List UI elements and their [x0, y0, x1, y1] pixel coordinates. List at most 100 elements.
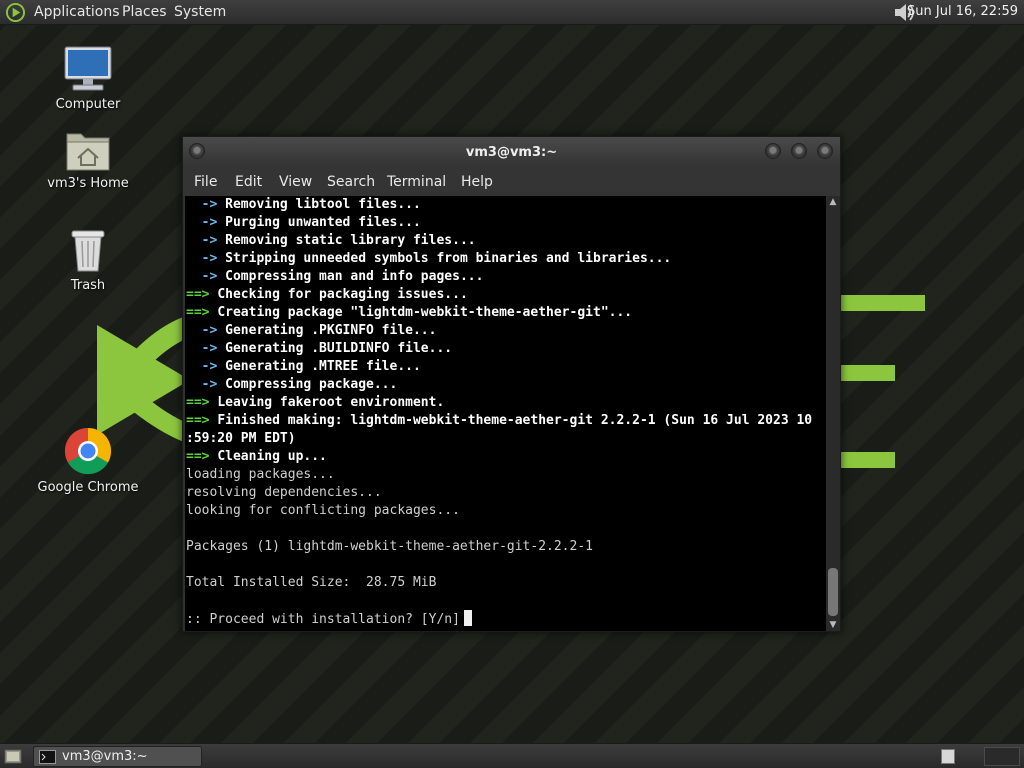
terminal-line-text: Compressing man and info pages...: [225, 269, 484, 284]
scrollbar-thumb[interactable]: [828, 568, 838, 616]
menu-file[interactable]: File: [194, 174, 217, 190]
terminal-line-text: looking for conflicting packages...: [186, 503, 460, 518]
terminal-line-text: :: Proceed with installation? [Y/n]: [186, 612, 460, 627]
desktop-icon-label: vm3's Home: [47, 176, 129, 191]
terminal-line-text: loading packages...: [186, 467, 335, 482]
terminal-line-prefix: ->: [186, 341, 226, 356]
terminal-line: -> Compressing man and info pages...: [186, 268, 826, 286]
window-titlebar[interactable]: vm3@vm3:~: [183, 137, 840, 167]
terminal-line: -> Removing libtool files...: [186, 196, 826, 214]
terminal-cursor: [463, 610, 472, 626]
terminal-line: -> Generating .PKGINFO file...: [186, 322, 826, 340]
places-menu[interactable]: Places: [122, 4, 167, 20]
scroll-down-icon[interactable]: ▼: [826, 619, 840, 631]
terminal-line: Packages (1) lightdm-webkit-theme-aether…: [186, 538, 826, 556]
menu-view[interactable]: View: [279, 174, 312, 190]
terminal-line: resolving dependencies...: [186, 484, 826, 502]
vertical-scrollbar[interactable]: ▲ ▼: [826, 196, 840, 631]
system-menu[interactable]: System: [174, 4, 226, 20]
terminal-line: -> Removing static library files...: [186, 232, 826, 250]
terminal-line-text: Generating .PKGINFO file...: [225, 323, 437, 338]
terminal-line: ==> Leaving fakeroot environment.: [186, 394, 826, 412]
terminal-line-prefix: ->: [186, 233, 226, 248]
terminal-window[interactable]: vm3@vm3:~ File Edit View Search Terminal…: [182, 136, 841, 632]
desktop-icon-trash[interactable]: Trash: [33, 226, 143, 293]
home-folder-icon: [66, 133, 110, 171]
terminal-line-text: Generating .BUILDINFO file...: [225, 341, 453, 356]
trash-icon: [71, 230, 105, 272]
terminal-line-text: Generating .MTREE file...: [225, 359, 421, 374]
taskbar-label: vm3@vm3:~: [62, 749, 148, 764]
applications-menu[interactable]: Applications: [34, 4, 120, 20]
terminal-line-prefix: ->: [186, 359, 226, 374]
taskbar-terminal-button[interactable]: vm3@vm3:~: [33, 746, 202, 767]
desktop-icon-computer[interactable]: Computer: [33, 45, 143, 112]
terminal-output[interactable]: -> Removing libtool files... -> Purging …: [185, 196, 826, 631]
terminal-line-text: Finished making: lightdm-webkit-theme-ae…: [217, 413, 813, 428]
terminal-line: -> Generating .MTREE file...: [186, 358, 826, 376]
menu-search[interactable]: Search: [327, 174, 375, 190]
terminal-line-text: :59:20 PM EDT): [186, 431, 296, 446]
clock[interactable]: Sun Jul 16, 22:59: [907, 4, 1018, 19]
chrome-icon: [64, 427, 112, 475]
workspace-switcher-1[interactable]: [941, 749, 955, 764]
window-title: vm3@vm3:~: [465, 145, 558, 160]
terminal-line: ==> Checking for packaging issues...: [186, 286, 826, 304]
terminal-line-text: Compressing package...: [225, 377, 398, 392]
desktop-icon-label: Google Chrome: [37, 480, 139, 495]
terminal-line: looking for conflicting packages...: [186, 502, 826, 520]
show-desktop-icon[interactable]: [4, 748, 22, 765]
terminal-line: -> Purging unwanted files...: [186, 214, 826, 232]
terminal-line-text: Cleaning up...: [217, 449, 327, 464]
terminal-line-text: Total Installed Size: 28.75 MiB: [186, 575, 437, 590]
terminal-line-text: Creating package "lightdm-webkit-theme-a…: [217, 305, 633, 320]
terminal-line-prefix: ->: [186, 323, 226, 338]
bottom-panel: vm3@vm3:~: [0, 743, 1024, 768]
terminal-line-text: Removing static library files...: [225, 233, 476, 248]
terminal-line-text: Checking for packaging issues...: [217, 287, 468, 302]
distro-logo-icon[interactable]: [6, 3, 25, 22]
terminal-line-text: Leaving fakeroot environment.: [217, 395, 445, 410]
terminal-line-prefix: ->: [186, 377, 226, 392]
minimize-button[interactable]: [765, 143, 781, 159]
terminal-line-prefix: ->: [186, 251, 226, 266]
terminal-line: loading packages...: [186, 466, 826, 484]
terminal-menubar: File Edit View Search Terminal Help: [183, 167, 840, 196]
terminal-line-text: Purging unwanted files...: [225, 215, 421, 230]
terminal-line-prefix: ==>: [186, 413, 218, 428]
terminal-line-prefix: ==>: [186, 395, 218, 410]
terminal-line: Total Installed Size: 28.75 MiB: [186, 574, 826, 592]
terminal-line-text: Packages (1) lightdm-webkit-theme-aether…: [186, 539, 593, 554]
workspace-switcher-2[interactable]: [984, 747, 1020, 766]
terminal-line-prefix: ->: [186, 197, 226, 212]
terminal-line: ==> Finished making: lightdm-webkit-them…: [186, 412, 826, 430]
desktop-icon-home[interactable]: vm3's Home: [33, 128, 143, 191]
menu-edit[interactable]: Edit: [235, 174, 262, 190]
terminal-line: :59:20 PM EDT): [186, 430, 826, 448]
computer-icon: [64, 46, 112, 91]
terminal-line: :: Proceed with installation? [Y/n]: [186, 610, 826, 628]
terminal-line-prefix: ==>: [186, 287, 218, 302]
terminal-line-text: Stripping unneeded symbols from binaries…: [225, 251, 672, 266]
menu-terminal[interactable]: Terminal: [387, 174, 446, 190]
terminal-line-prefix: ==>: [186, 449, 218, 464]
maximize-button[interactable]: [791, 143, 807, 159]
terminal-line: -> Generating .BUILDINFO file...: [186, 340, 826, 358]
terminal-line: -> Compressing package...: [186, 376, 826, 394]
terminal-line-prefix: ->: [186, 215, 226, 230]
terminal-icon: [39, 750, 56, 764]
scroll-up-icon[interactable]: ▲: [826, 196, 840, 208]
terminal-line-prefix: ->: [186, 269, 226, 284]
desktop-icon-chrome[interactable]: Google Chrome: [33, 426, 143, 495]
terminal-line-text: resolving dependencies...: [186, 485, 382, 500]
menu-help[interactable]: Help: [461, 174, 493, 190]
desktop-icon-label: Trash: [70, 278, 106, 293]
top-panel: Applications Places System Sun Jul 16, 2…: [0, 0, 1024, 25]
terminal-line: -> Stripping unneeded symbols from binar…: [186, 250, 826, 268]
terminal-line-prefix: ==>: [186, 305, 218, 320]
desktop-icon-label: Computer: [55, 97, 121, 112]
close-button[interactable]: [817, 143, 833, 159]
